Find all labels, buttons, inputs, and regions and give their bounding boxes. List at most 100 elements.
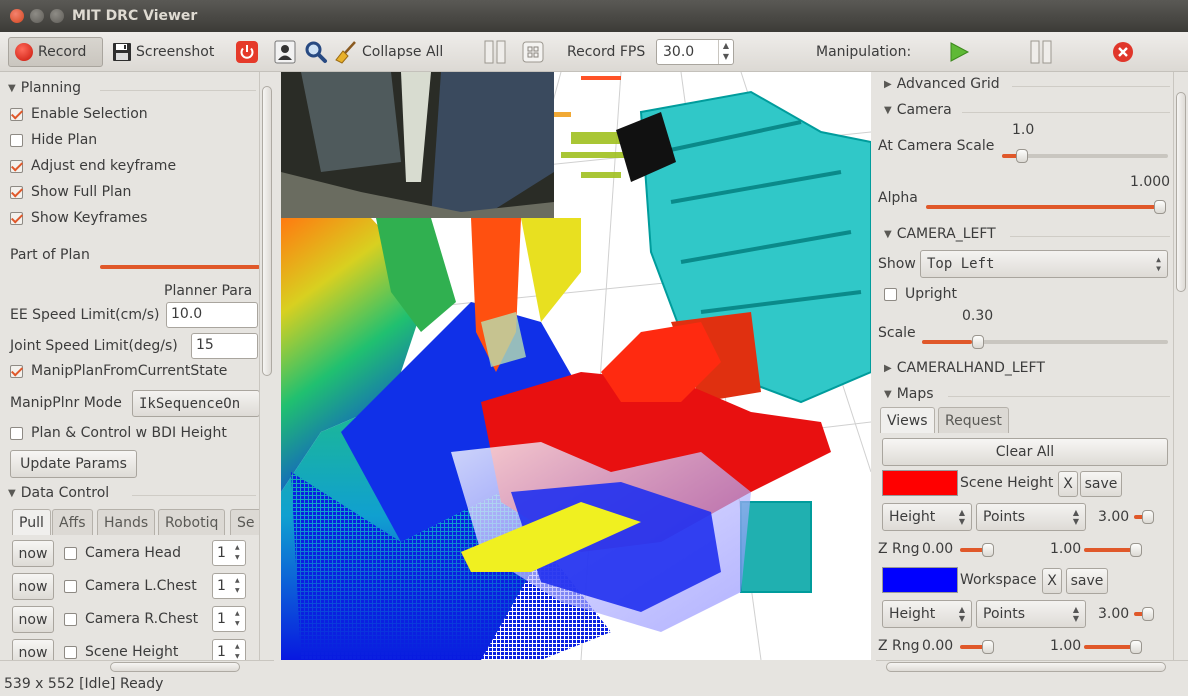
- map-size-handle[interactable]: [1142, 510, 1154, 524]
- map-remove-button[interactable]: X: [1058, 471, 1078, 497]
- map-zmin-handle[interactable]: [982, 640, 994, 654]
- show-select[interactable]: Top Left ▲ ▼: [920, 250, 1168, 278]
- enable-selection-check[interactable]: Enable Selection: [10, 106, 148, 122]
- ee-speed-input[interactable]: 10.0: [166, 302, 258, 328]
- window-close-icon[interactable]: [10, 9, 24, 23]
- map-save-button[interactable]: save: [1066, 568, 1108, 594]
- now-button[interactable]: now: [12, 639, 54, 660]
- checkbox[interactable]: [10, 107, 23, 121]
- screenshot-button[interactable]: Screenshot: [112, 37, 214, 67]
- alpha-slider-handle[interactable]: [1154, 200, 1166, 214]
- map-color-swatch[interactable]: [882, 567, 958, 593]
- scroll-thumb[interactable]: [262, 86, 272, 376]
- update-params-button[interactable]: Update Params: [10, 450, 137, 478]
- right-vertical-scrollbar[interactable]: [1173, 72, 1188, 660]
- manip-plan-current-check[interactable]: ManipPlanFromCurrentState: [10, 363, 227, 379]
- tab-se[interactable]: Se: [230, 509, 262, 535]
- spin-arrows-icon[interactable]: ▲ ▼: [235, 609, 245, 629]
- power-button[interactable]: [236, 37, 258, 67]
- tab-affs[interactable]: Affs: [52, 509, 93, 535]
- scene-height-spinbox[interactable]: 1 ▲ ▼: [212, 639, 246, 660]
- joint-speed-input[interactable]: 15: [191, 333, 258, 359]
- map-mode-select[interactable]: Height ▲ ▼: [882, 600, 972, 628]
- checkbox[interactable]: [10, 364, 23, 378]
- checkbox[interactable]: [10, 133, 23, 147]
- scene-height-check[interactable]: Scene Height: [64, 644, 178, 660]
- checkbox[interactable]: [10, 211, 23, 225]
- map-render-select[interactable]: Points ▲ ▼: [976, 503, 1086, 531]
- grid-view-button[interactable]: [522, 37, 544, 67]
- record-fps-spinbox[interactable]: 30.0 ▲ ▼: [656, 39, 734, 65]
- tab-robotiq[interactable]: Robotiq: [158, 509, 226, 535]
- right-horizontal-scrollbar[interactable]: [876, 660, 1188, 674]
- tab-pull[interactable]: Pull: [12, 509, 51, 535]
- camera-left-group-header[interactable]: ▼ CAMERA_LEFT: [884, 226, 996, 242]
- at-camera-scale-handle[interactable]: [1016, 149, 1028, 163]
- alpha-slider-fill[interactable]: [926, 205, 1162, 209]
- stop-button[interactable]: [1112, 37, 1134, 67]
- map-zmax-slider[interactable]: [1084, 548, 1136, 552]
- map-mode-select[interactable]: Height ▲ ▼: [882, 503, 972, 531]
- map-color-swatch[interactable]: [882, 470, 958, 496]
- spin-arrows-icon[interactable]: ▲ ▼: [235, 576, 245, 596]
- data-control-group-header[interactable]: ▼ Data Control: [8, 485, 109, 501]
- pause-button[interactable]: [1030, 37, 1052, 67]
- window-maximize-icon[interactable]: [50, 9, 64, 23]
- now-button[interactable]: now: [12, 606, 54, 633]
- upright-check[interactable]: Upright: [884, 286, 957, 302]
- map-render-select[interactable]: Points ▲ ▼: [976, 600, 1086, 628]
- camera-head-spinbox[interactable]: 1 ▲ ▼: [212, 540, 246, 566]
- plan-control-bdi-check[interactable]: Plan & Control w BDI Height: [10, 425, 227, 441]
- hide-plan-check[interactable]: Hide Plan: [10, 132, 97, 148]
- spin-arrows-icon[interactable]: ▲ ▼: [235, 642, 245, 660]
- scroll-thumb[interactable]: [886, 662, 1166, 672]
- map-zmax-slider[interactable]: [1084, 645, 1136, 649]
- split-view-button[interactable]: [484, 37, 506, 67]
- user-button[interactable]: [274, 37, 296, 67]
- checkbox[interactable]: [64, 546, 77, 560]
- now-button[interactable]: now: [12, 540, 54, 567]
- camera-rchest-spinbox[interactable]: 1 ▲ ▼: [212, 606, 246, 632]
- checkbox[interactable]: [10, 426, 23, 440]
- adjust-end-keyframe-check[interactable]: Adjust end keyframe: [10, 158, 176, 174]
- clear-all-button[interactable]: Clear All: [882, 438, 1168, 466]
- camera-lchest-check[interactable]: Camera L.Chest: [64, 578, 197, 594]
- search-button[interactable]: [304, 37, 328, 67]
- map-zmin-handle[interactable]: [982, 543, 994, 557]
- manip-mode-select[interactable]: IkSequenceOn: [132, 390, 260, 417]
- map-size-handle[interactable]: [1142, 607, 1154, 621]
- play-button[interactable]: [948, 37, 970, 67]
- show-full-plan-check[interactable]: Show Full Plan: [10, 184, 131, 200]
- window-minimize-icon[interactable]: [30, 9, 44, 23]
- map-zmax-handle[interactable]: [1130, 640, 1142, 654]
- scroll-thumb[interactable]: [110, 662, 240, 672]
- 3d-viewport[interactable]: [281, 72, 871, 660]
- now-button[interactable]: now: [12, 573, 54, 600]
- cameralhand-group-header[interactable]: ▶ CAMERALHAND_LEFT: [884, 360, 1045, 376]
- advanced-grid-group-header[interactable]: ▶ Advanced Grid: [884, 76, 1000, 92]
- camera-head-check[interactable]: Camera Head: [64, 545, 181, 561]
- tab-views[interactable]: Views: [880, 407, 935, 433]
- left-vertical-scrollbar[interactable]: [259, 72, 274, 660]
- collapse-all-button[interactable]: Collapse All: [334, 37, 443, 67]
- checkbox[interactable]: [64, 645, 77, 659]
- scroll-thumb[interactable]: [1176, 92, 1186, 292]
- checkbox[interactable]: [884, 287, 897, 301]
- checkbox[interactable]: [64, 579, 77, 593]
- scene-render[interactable]: [281, 72, 871, 660]
- spin-arrows-icon[interactable]: ▲ ▼: [718, 40, 733, 64]
- record-button[interactable]: Record: [8, 37, 103, 67]
- left-horizontal-scrollbar[interactable]: [0, 660, 274, 674]
- map-save-button[interactable]: save: [1080, 471, 1122, 497]
- camera-rchest-check[interactable]: Camera R.Chest: [64, 611, 198, 627]
- map-remove-button[interactable]: X: [1042, 568, 1062, 594]
- part-of-plan-slider[interactable]: [100, 265, 260, 269]
- spin-arrows-icon[interactable]: ▲ ▼: [235, 543, 245, 563]
- camera-group-header[interactable]: ▼ Camera: [884, 102, 952, 118]
- show-keyframes-check[interactable]: Show Keyframes: [10, 210, 147, 226]
- checkbox[interactable]: [10, 159, 23, 173]
- planning-group-header[interactable]: ▼ Planning: [8, 80, 81, 96]
- map-zmax-handle[interactable]: [1130, 543, 1142, 557]
- maps-group-header[interactable]: ▼ Maps: [884, 386, 934, 402]
- scale-handle[interactable]: [972, 335, 984, 349]
